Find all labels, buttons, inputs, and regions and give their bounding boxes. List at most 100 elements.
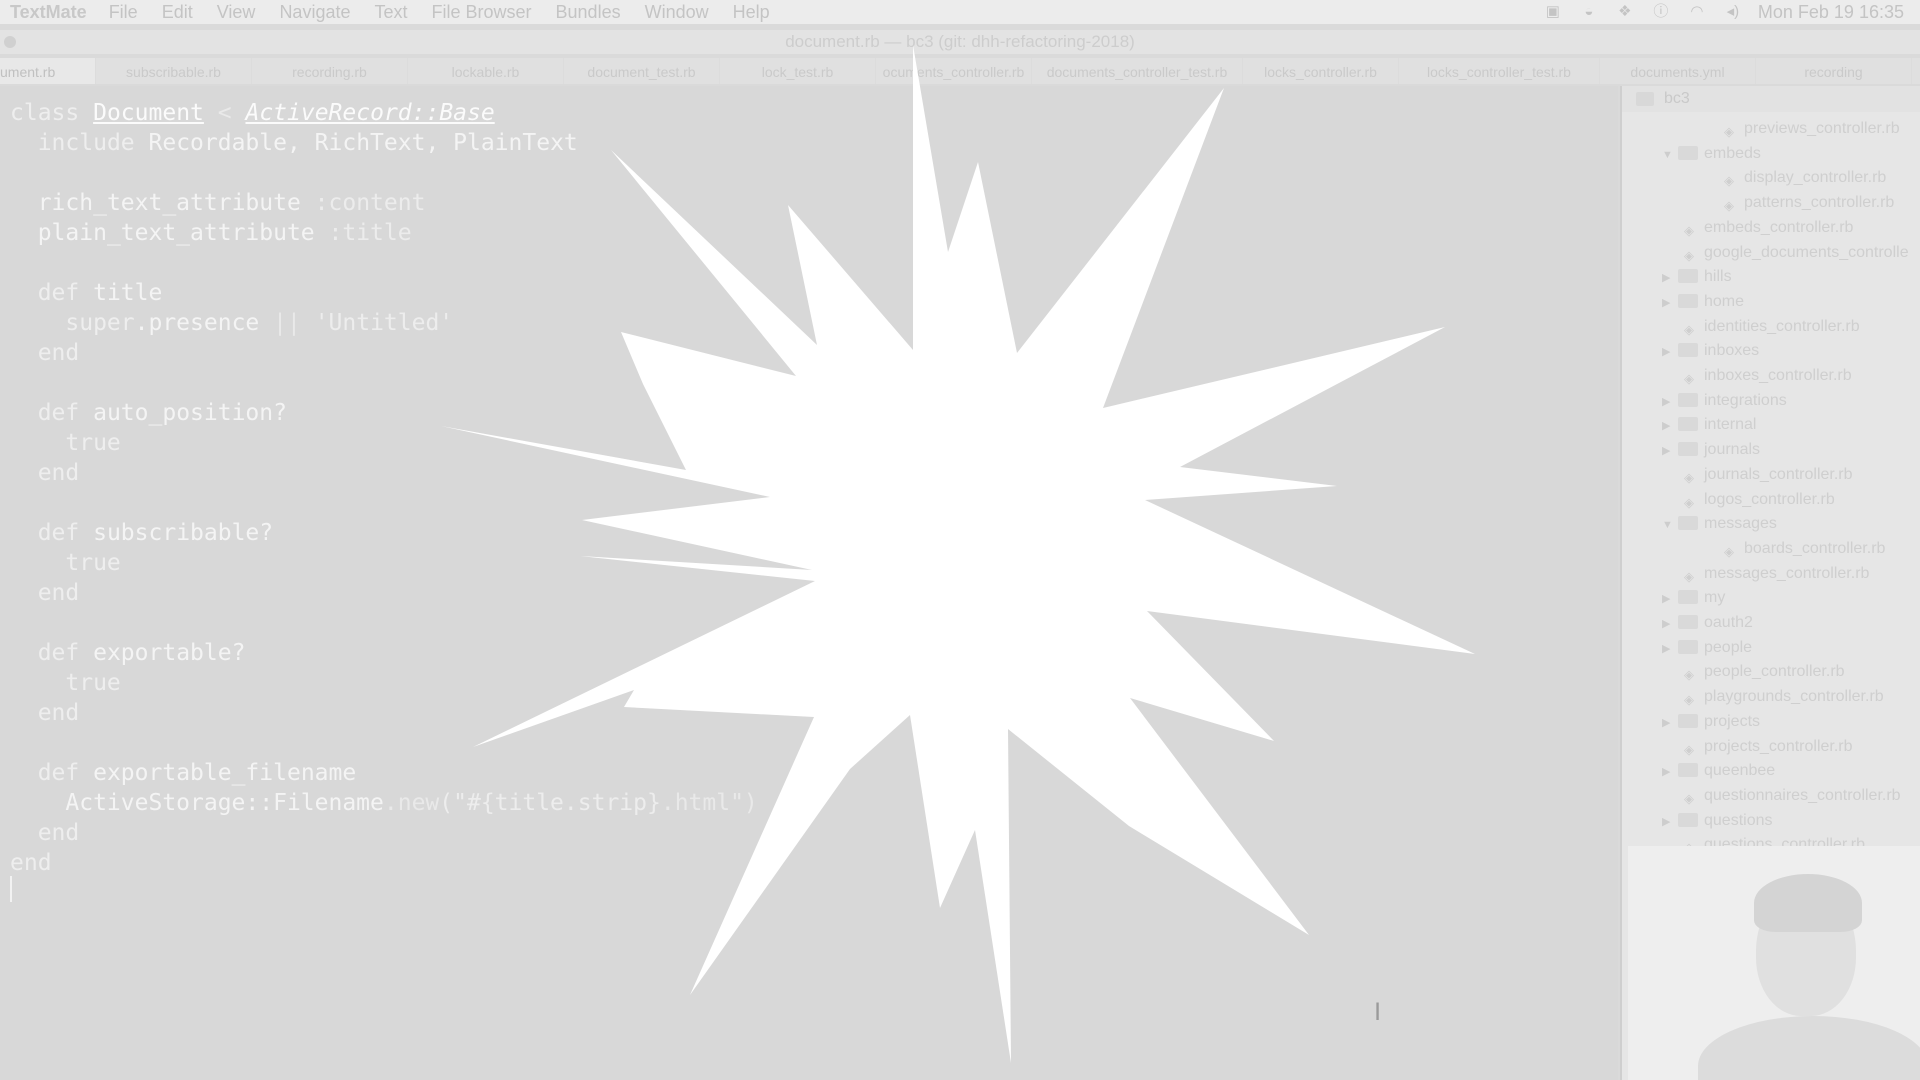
folder-icon <box>1678 269 1698 284</box>
ruby-file-icon: ◈ <box>1724 124 1734 139</box>
file-item[interactable]: ◈ projects_controller.rb <box>1682 736 1853 758</box>
file-item[interactable]: ◈ questionnaires_controller.rb <box>1682 785 1901 807</box>
disclosure-closed-icon[interactable]: ▶ <box>1662 613 1678 635</box>
ruby-file-icon: ◈ <box>1684 692 1694 708</box>
folder-item[interactable]: ▶ inboxes <box>1662 340 1759 362</box>
ruby-file-icon: ◈ <box>1684 371 1694 386</box>
folder-icon <box>1636 92 1654 106</box>
ruby-file-icon: ◈ <box>1684 494 1694 510</box>
tree-item-label: projects_controller.rb <box>1704 737 1853 755</box>
tree-item-label: queenbee <box>1704 762 1776 780</box>
disclosure-closed-icon[interactable]: ▶ <box>1662 440 1678 462</box>
tree-item-label: people <box>1704 638 1753 656</box>
disclosure-closed-icon[interactable]: ▶ <box>1662 712 1678 734</box>
folder-item[interactable]: ▶ integrations <box>1662 390 1787 412</box>
tree-item-label: questions <box>1704 811 1773 829</box>
tree-item-label: patterns_controller.rb <box>1744 194 1895 212</box>
folder-item[interactable]: ▶ projects <box>1662 711 1760 733</box>
tree-item-label: oauth2 <box>1704 614 1753 631</box>
ruby-file-icon: ◈ <box>1724 173 1734 189</box>
tree-item-label: inboxes_controller.rb <box>1704 367 1852 384</box>
disclosure-open-icon[interactable]: ▼ <box>1662 514 1678 536</box>
tree-item-label: embeds <box>1704 144 1761 162</box>
file-item[interactable]: ◈ people_controller.rb <box>1682 661 1845 683</box>
folder-item[interactable]: ▶ people <box>1662 637 1752 659</box>
tree-item-label: my <box>1704 589 1726 607</box>
file-item[interactable]: ◈ google_documents_controlle <box>1682 242 1909 264</box>
disclosure-closed-icon[interactable]: ▶ <box>1662 761 1678 783</box>
ruby-file-icon: ◈ <box>1684 469 1694 485</box>
tree-item-label: messages <box>1704 515 1777 533</box>
file-item[interactable]: ◈ journals_controller.rb <box>1682 464 1853 486</box>
tree-item-label: google_documents_controlle <box>1704 243 1909 261</box>
ruby-file-icon: ◈ <box>1684 741 1694 757</box>
folder-icon <box>1678 639 1698 654</box>
tree-item-label: integrations <box>1704 391 1787 409</box>
disclosure-closed-icon[interactable]: ▶ <box>1662 415 1678 437</box>
tree-item-label: journals_controller.rb <box>1704 465 1853 483</box>
ruby-file-icon: ◈ <box>1684 568 1694 584</box>
folder-icon <box>1678 417 1698 432</box>
folder-icon <box>1678 442 1698 457</box>
folder-item[interactable]: ▼ messages <box>1662 513 1777 535</box>
tree-item-label: logos_controller.rb <box>1704 490 1835 508</box>
folder-item[interactable]: ▶ internal <box>1662 414 1756 436</box>
ruby-file-icon: ◈ <box>1684 222 1694 238</box>
tree-item-label: playgrounds_controller.rb <box>1704 688 1884 706</box>
file-item[interactable]: ◈ messages_controller.rb <box>1682 563 1869 585</box>
ruby-file-icon: ◈ <box>1724 543 1734 559</box>
file-item[interactable]: ◈ identities_controller.rb <box>1682 316 1860 338</box>
folder-item[interactable]: ▶ questions <box>1662 810 1773 832</box>
project-root: bc3 <box>1664 90 1690 107</box>
file-item[interactable]: ◈ boards_controller.rb <box>1722 538 1885 560</box>
tree-item-label: messages_controller.rb <box>1704 564 1870 582</box>
disclosure-closed-icon[interactable]: ▶ <box>1662 588 1678 610</box>
ruby-file-icon: ◈ <box>1684 667 1694 683</box>
folder-item[interactable]: ▶ queenbee <box>1662 760 1775 782</box>
ruby-file-icon: ◈ <box>1684 321 1694 337</box>
tree-item-label: projects <box>1704 712 1761 730</box>
file-item[interactable]: ◈ display_controller.rb <box>1722 167 1886 189</box>
person-hair <box>1754 874 1862 932</box>
folder-icon <box>1678 145 1698 160</box>
tree-item-label: identities_controller.rb <box>1704 317 1860 335</box>
folder-item[interactable]: ▶ journals <box>1662 439 1760 461</box>
disclosure-closed-icon[interactable]: ▶ <box>1662 638 1678 660</box>
folder-item[interactable]: ▶ oauth2 <box>1662 612 1753 634</box>
folder-icon <box>1678 713 1698 728</box>
ruby-file-icon: ◈ <box>1724 198 1734 214</box>
disclosure-closed-icon[interactable]: ▶ <box>1662 391 1678 413</box>
folder-icon <box>1678 615 1698 629</box>
folder-item[interactable]: ▶ home <box>1662 291 1744 313</box>
disclosure-closed-icon[interactable]: ▶ <box>1662 292 1678 314</box>
starburst-shape <box>441 45 1475 1063</box>
ibeam-cursor-icon: I <box>1374 998 1382 1026</box>
tree-item-label: journals <box>1704 441 1761 459</box>
disclosure-closed-icon[interactable]: ▶ <box>1662 341 1678 363</box>
disclosure-closed-icon[interactable]: ▶ <box>1662 267 1678 289</box>
tree-item-label: internal <box>1704 416 1757 434</box>
folder-icon <box>1678 392 1698 407</box>
file-item[interactable]: ◈ inboxes_controller.rb <box>1682 365 1852 387</box>
file-item[interactable]: ◈ previews_controller.rb <box>1722 118 1900 140</box>
tree-item-label: inboxes <box>1704 342 1760 360</box>
tree-item-label: display_controller.rb <box>1744 169 1887 187</box>
person-shoulders <box>1698 1016 1920 1080</box>
disclosure-open-icon[interactable]: ▼ <box>1662 144 1678 166</box>
disclosure-closed-icon[interactable]: ▶ <box>1662 811 1678 833</box>
tree-item-label: boards_controller.rb <box>1744 539 1886 557</box>
folder-icon <box>1678 293 1698 308</box>
file-browser-header[interactable]: bc3 <box>1622 86 1920 112</box>
file-item[interactable]: ◈ embeds_controller.rb <box>1682 217 1853 239</box>
folder-icon <box>1678 812 1698 827</box>
file-item[interactable]: ◈ logos_controller.rb <box>1682 489 1835 511</box>
file-item[interactable]: ◈ playgrounds_controller.rb <box>1682 686 1884 708</box>
ruby-file-icon: ◈ <box>1684 790 1694 806</box>
folder-item[interactable]: ▶ my <box>1662 587 1725 609</box>
tree-item-label: people_controller.rb <box>1704 663 1845 681</box>
folder-item[interactable]: ▼ embeds <box>1662 143 1761 165</box>
file-item[interactable]: ◈ patterns_controller.rb <box>1722 192 1894 214</box>
folder-item[interactable]: ▶ hills <box>1662 266 1732 288</box>
folder-icon <box>1678 763 1698 778</box>
webcam-overlay <box>1628 846 1920 1080</box>
